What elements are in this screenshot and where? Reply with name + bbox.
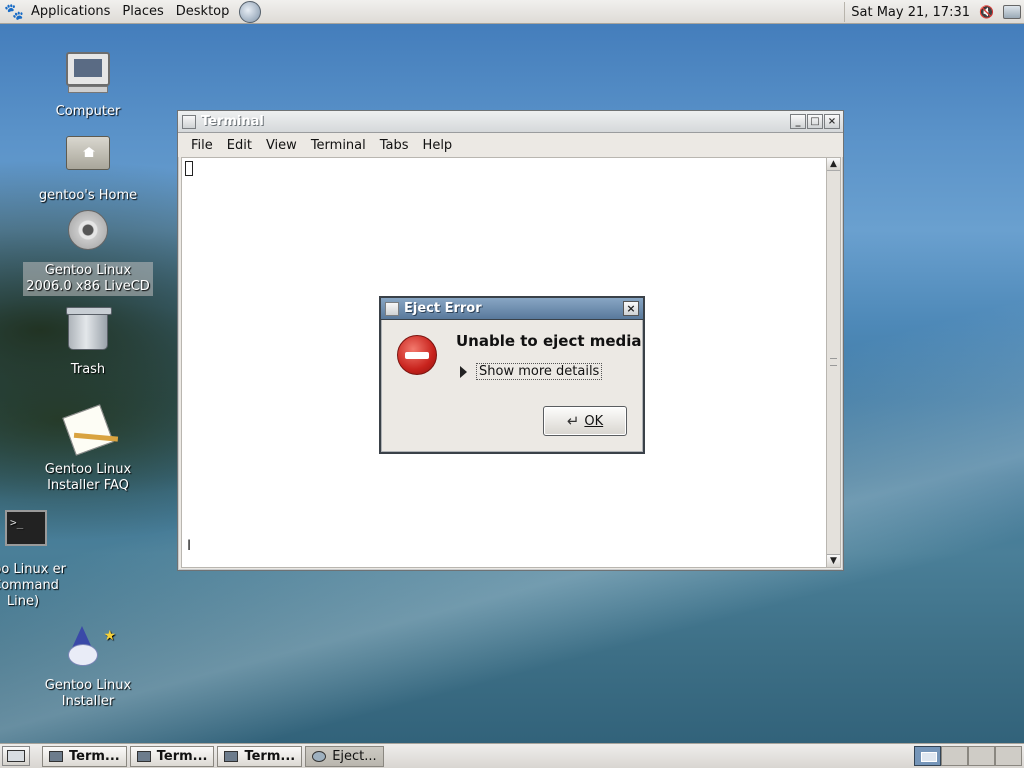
dialog-close-button[interactable]: × <box>623 301 639 316</box>
desktop-icon-label: Trash <box>70 362 106 377</box>
home-folder-icon <box>64 136 112 184</box>
taskbar-item-label: Eject... <box>332 748 377 764</box>
error-heading: Unable to eject media <box>456 332 642 350</box>
menu-view[interactable]: View <box>259 138 304 153</box>
web-browser-launcher-icon[interactable] <box>239 0 262 23</box>
workspace-3[interactable] <box>968 746 995 766</box>
desktop-icon-computer[interactable]: Computer <box>23 46 153 120</box>
eject-error-dialog[interactable]: Eject Error × Unable to eject media Show… <box>379 296 645 454</box>
error-icon <box>397 335 437 375</box>
desktop-icon-label: Gentoo Linux Installer <box>44 678 132 709</box>
terminal-cursor <box>185 161 193 176</box>
desktop-icon-label: Gentoo Linux 2006.0 x86 LiveCD <box>23 262 153 296</box>
desktop-icon-installer-cli[interactable]: >_ ntoo Linux er (Command Line) <box>0 506 88 610</box>
workspace-2[interactable] <box>941 746 968 766</box>
taskbar-item-active[interactable]: Eject... <box>305 745 384 767</box>
top-panel: 🐾 Applications Places Desktop Sat May 21… <box>0 0 1024 24</box>
terminal-icon <box>136 750 151 762</box>
desktop-icon-installer-faq[interactable]: Gentoo Linux Installer FAQ <box>23 404 153 494</box>
dialog-titlebar[interactable]: Eject Error × <box>381 298 643 320</box>
taskbar-item-label: Term... <box>244 748 296 764</box>
taskbar-item[interactable]: Term... <box>129 745 215 767</box>
window-title: Terminal <box>201 114 264 129</box>
maximize-button[interactable]: □ <box>807 114 823 129</box>
desktop-icon-label: Gentoo Linux Installer FAQ <box>44 462 132 493</box>
scroll-up-icon[interactable]: ▲ <box>827 158 840 171</box>
menu-file[interactable]: File <box>184 138 220 153</box>
workspace-switcher <box>914 746 1022 766</box>
volume-muted-icon[interactable]: 🔇 <box>979 5 997 19</box>
show-details-expander[interactable]: Show more details <box>460 363 603 380</box>
show-desktop-button[interactable] <box>2 746 30 766</box>
desktop-icon-trash[interactable]: Trash <box>23 306 153 378</box>
menu-edit[interactable]: Edit <box>220 138 259 153</box>
desktop-icon-label: gentoo's Home <box>38 188 138 203</box>
dialog-icon <box>312 750 327 762</box>
dialog-title: Eject Error <box>404 301 482 316</box>
minimize-button[interactable]: _ <box>790 114 806 129</box>
notepad-icon <box>62 404 114 458</box>
menu-help[interactable]: Help <box>416 138 460 153</box>
workspace-1[interactable] <box>914 746 941 766</box>
window-menu-button[interactable] <box>182 114 196 129</box>
cd-icon <box>64 210 112 258</box>
terminal-icon: >_ <box>2 510 50 558</box>
panel-tray: Sat May 21, 17:31 🔇 <box>838 0 1024 24</box>
taskbar-item[interactable]: Term... <box>217 745 303 767</box>
ibeam-cursor-icon: I <box>187 538 192 554</box>
terminal-scrollbar[interactable]: ▲ ▼ <box>826 157 841 568</box>
terminal-titlebar[interactable]: Terminal _ □ × <box>178 111 843 133</box>
terminal-icon <box>49 750 63 762</box>
network-tray-icon[interactable] <box>1003 5 1021 19</box>
menu-tabs[interactable]: Tabs <box>373 138 416 153</box>
show-details-label: Show more details <box>476 363 603 380</box>
bottom-panel: Term... Term... Term... Eject... <box>0 743 1024 768</box>
taskbar-item-label: Term... <box>156 748 208 764</box>
taskbar-item[interactable]: Term... <box>42 745 127 767</box>
scroll-grip-icon <box>830 358 837 366</box>
enter-arrow-icon: ↵ <box>566 412 580 430</box>
wizard-icon: ★ <box>64 626 116 674</box>
desktop-icon-label: Computer <box>55 104 121 119</box>
scroll-down-icon[interactable]: ▼ <box>827 554 840 567</box>
terminal-icon <box>224 750 239 762</box>
window-controls: _ □ × <box>789 114 840 129</box>
desktop-icon-label: ntoo Linux er (Command Line) <box>0 562 66 609</box>
ok-label: OK <box>584 413 604 429</box>
panel-separator <box>844 2 846 22</box>
close-button[interactable]: × <box>824 114 840 129</box>
menu-terminal[interactable]: Terminal <box>304 138 373 153</box>
trash-icon <box>64 307 112 358</box>
show-desktop-icon <box>7 750 25 762</box>
workspace-4[interactable] <box>995 746 1022 766</box>
desktop-icon-home[interactable]: gentoo's Home <box>23 126 153 204</box>
places-menu[interactable]: Places <box>116 4 169 19</box>
ok-button[interactable]: ↵ OK <box>543 406 627 436</box>
computer-icon <box>64 52 112 100</box>
desktop-menu[interactable]: Desktop <box>170 4 236 19</box>
terminal-menubar: File Edit View Terminal Tabs Help <box>178 133 843 157</box>
applications-menu[interactable]: Applications <box>25 4 116 19</box>
clock[interactable]: Sat May 21, 17:31 <box>851 5 970 20</box>
panel-menu: Applications Places Desktop <box>25 0 235 24</box>
window-menu-button[interactable] <box>385 301 399 316</box>
desktop-icon-installer[interactable]: ★ Gentoo Linux Installer <box>23 626 153 710</box>
taskbar-item-label: Term... <box>69 748 120 764</box>
expander-arrow-icon <box>460 365 467 378</box>
desktop-icon-livecd[interactable]: Gentoo Linux 2006.0 x86 LiveCD <box>23 206 153 296</box>
gnome-foot-icon[interactable]: 🐾 <box>3 1 25 23</box>
